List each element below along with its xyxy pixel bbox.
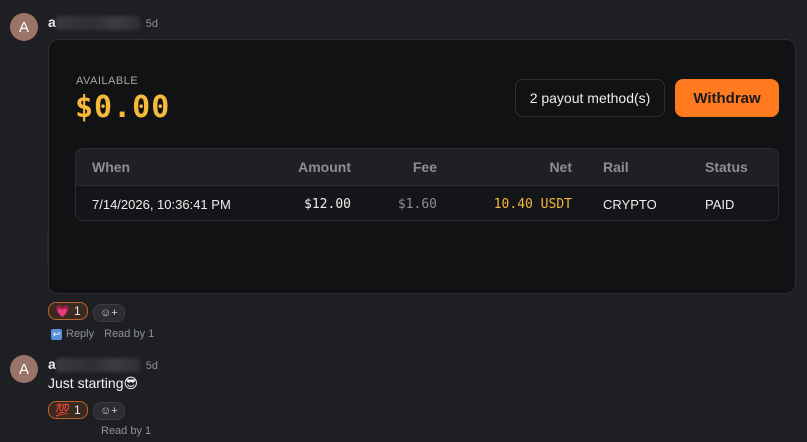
cell-amount: $12.00 bbox=[304, 196, 351, 212]
column-net: Net bbox=[549, 159, 572, 175]
username-text: a bbox=[48, 356, 56, 372]
cell-status: PAID bbox=[705, 196, 735, 212]
payout-methods-button[interactable]: 2 payout method(s) bbox=[515, 79, 665, 117]
message-text: Just starting😎 bbox=[48, 375, 139, 391]
cell-net: 10.40 USDT bbox=[493, 196, 572, 212]
reaction-count: 1 bbox=[73, 403, 81, 417]
message-header: a 5d bbox=[48, 14, 159, 31]
reaction-hundred[interactable]: 💯 1 bbox=[48, 401, 88, 419]
message-meta: Read by 1 bbox=[101, 425, 151, 437]
message-meta: ↩ Reply Read by 1 bbox=[51, 328, 154, 340]
table-header: When Amount Fee Net Rail Status bbox=[76, 149, 778, 185]
timestamp: 5d bbox=[145, 18, 159, 30]
add-reaction-button[interactable]: ☺+ bbox=[93, 304, 125, 322]
heart-emoji-icon: 💗 bbox=[55, 304, 70, 318]
read-receipt: Read by 1 bbox=[101, 425, 152, 437]
payouts-table: When Amount Fee Net Rail Status 7/14/202… bbox=[75, 148, 779, 221]
reaction-heart[interactable]: 💗 1 bbox=[48, 302, 88, 320]
column-amount: Amount bbox=[298, 159, 351, 175]
add-reaction-button[interactable]: ☺+ bbox=[93, 402, 125, 420]
hundred-emoji-icon: 💯 bbox=[55, 403, 70, 417]
read-receipt: Read by 1 bbox=[104, 328, 155, 340]
cell-fee: $1.60 bbox=[397, 196, 437, 212]
avatar-letter: A bbox=[18, 360, 29, 378]
username[interactable]: a bbox=[48, 14, 140, 31]
divider bbox=[47, 232, 49, 266]
table-row: 7/14/2026, 10:36:41 PM $12.00 $1.60 10.4… bbox=[76, 185, 778, 220]
column-rail: Rail bbox=[603, 159, 629, 175]
withdraw-button[interactable]: Withdraw bbox=[675, 79, 779, 117]
reply-link[interactable]: ↩ Reply bbox=[51, 328, 94, 340]
username-text: a bbox=[48, 14, 56, 30]
available-label: AVAILABLE bbox=[76, 75, 139, 87]
cell-when: 7/14/2026, 10:36:41 PM bbox=[92, 196, 231, 212]
reply-label: Reply bbox=[66, 328, 95, 340]
redacted-name bbox=[55, 16, 140, 31]
avatar-letter: A bbox=[18, 18, 29, 36]
redacted-name bbox=[55, 358, 140, 373]
column-when: When bbox=[92, 159, 131, 175]
cell-rail: CRYPTO bbox=[603, 196, 657, 212]
available-balance: $0.00 bbox=[75, 90, 171, 125]
reaction-count: 1 bbox=[73, 304, 81, 318]
timestamp: 5d bbox=[145, 360, 159, 372]
column-status: Status bbox=[705, 159, 748, 175]
avatar[interactable]: A bbox=[10, 355, 38, 383]
payout-embed-card: AVAILABLE $0.00 2 payout method(s) Withd… bbox=[48, 39, 796, 294]
message-header: a 5d bbox=[48, 356, 159, 373]
reply-icon: ↩ bbox=[51, 329, 62, 340]
avatar[interactable]: A bbox=[10, 13, 38, 41]
username[interactable]: a bbox=[48, 356, 140, 373]
column-fee: Fee bbox=[412, 159, 437, 175]
